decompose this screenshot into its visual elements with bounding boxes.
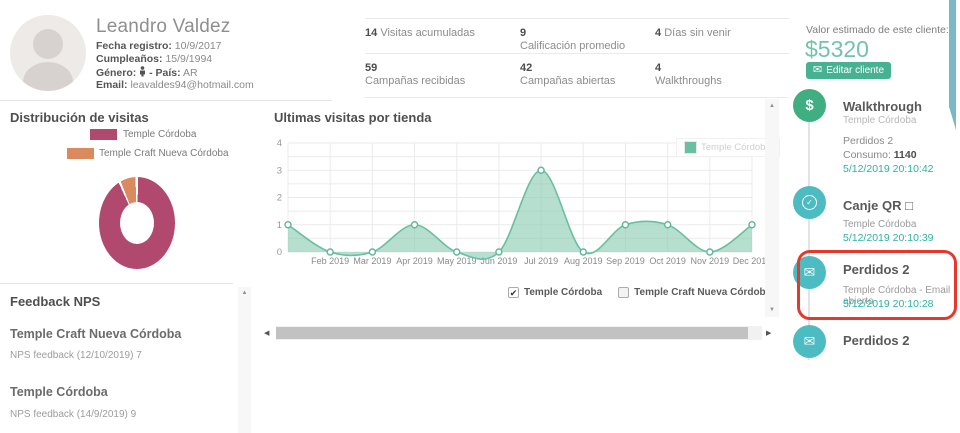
scroll-left-icon[interactable]: ◀ — [264, 329, 269, 337]
nps-detail-1: NPS feedback (12/10/2019) 7 — [10, 350, 142, 361]
email-line: Email: leavaldes94@hotmail.com — [96, 79, 254, 91]
birthday-label: Cumpleaños: — [96, 53, 163, 65]
nps-scrollbar[interactable]: ▲ — [238, 287, 251, 433]
donut-hole — [120, 202, 154, 244]
edit-client-button[interactable]: ✉ Editar cliente — [806, 62, 892, 79]
timeline-item-consumo: Consumo: 1140 — [843, 149, 917, 161]
checkbox-temple-craft[interactable]: Temple Craft Nueva Córdoba — [618, 287, 771, 298]
estimated-value-label: Valor estimado de este cliente: — [806, 24, 949, 36]
stat-walkthroughs: 4 Walkthroughs — [655, 62, 722, 87]
stat-dias-sin-venir: 4 Días sin venir — [655, 27, 731, 39]
check-badge-icon: ✓ — [793, 186, 826, 219]
customer-name: Leandro Valdez — [96, 16, 231, 37]
scroll-down-icon[interactable]: ▼ — [765, 307, 779, 313]
dollar-badge-icon: $ — [793, 89, 826, 122]
nps-title: Feedback NPS — [10, 294, 101, 309]
email-value: leavaldes94@hotmail.com — [130, 79, 254, 91]
svg-text:Feb 2019: Feb 2019 — [311, 256, 349, 266]
legend-swatch-temple-craft[interactable] — [67, 148, 94, 159]
svg-text:Apr 2019: Apr 2019 — [396, 256, 433, 266]
stats-grid: 14 Visitas acumuladas 9 Calificación prom… — [365, 18, 789, 98]
svg-text:Sep 2019: Sep 2019 — [606, 256, 645, 266]
left-panel-divider — [0, 283, 233, 284]
profile-divider — [0, 100, 332, 101]
timeline-item-title: Canje QR □ — [843, 198, 913, 213]
timeline-item-date: 5/12/2019 20:10:42 — [843, 163, 934, 175]
svg-text:1: 1 — [277, 220, 282, 231]
middle-vertical-scrollbar[interactable]: ▲ ▼ — [765, 99, 779, 317]
stat-calificacion-promedio: 9 Calificación promedio — [520, 27, 626, 52]
timeline-item-subtitle: Temple Córdoba — [843, 219, 917, 230]
svg-text:3: 3 — [277, 165, 282, 176]
svg-text:4: 4 — [277, 138, 282, 149]
svg-text:Mar 2019: Mar 2019 — [353, 256, 391, 266]
horizontal-scrollbar[interactable] — [276, 326, 762, 340]
stat-campanas-recibidas: 59 Campañas recibidas — [365, 62, 466, 87]
stat-campanas-abiertas: 42 Campañas abiertas — [520, 62, 616, 87]
email-badge-icon: ✉ — [793, 256, 826, 289]
email-label: Email: — [96, 79, 128, 91]
store-filter-checkboxes: ✔ Temple Córdoba Temple Craft Nueva Córd… — [508, 287, 771, 298]
timeline-item-title: Walkthrough — [843, 99, 922, 114]
legend-swatch-temple-cordoba[interactable] — [90, 129, 117, 140]
customer-dashboard: Leandro Valdez Fecha registro: 10/9/2017… — [0, 0, 960, 433]
svg-text:Jul 2019: Jul 2019 — [524, 256, 558, 266]
gender-label: Género: — [96, 67, 137, 79]
avatar-body — [23, 62, 73, 91]
chart-legend-swatch — [685, 142, 696, 153]
scroll-up-icon[interactable]: ▲ — [765, 103, 779, 109]
chart-legend-label: Temple Córdoba — [701, 142, 771, 153]
stat-visitas-acumuladas: 14 Visitas acumuladas — [365, 27, 475, 39]
registration-date-line: Fecha registro: 10/9/2017 — [96, 40, 222, 52]
timeline-item-subtitle: Temple Córdoba — [843, 115, 917, 126]
nps-store-2: Temple Córdoba — [10, 385, 108, 399]
svg-text:Dec 2019: Dec 2019 — [733, 256, 765, 266]
birthday-value: 15/9/1994 — [165, 53, 213, 65]
birthday-line: Cumpleaños: 15/9/1994 — [96, 53, 212, 65]
email-badge-icon: ✉ — [793, 325, 826, 358]
horizontal-scrollbar-thumb[interactable] — [276, 327, 748, 339]
registration-date-label: Fecha registro: — [96, 40, 172, 52]
legend-label-temple-cordoba[interactable]: Temple Córdoba — [123, 129, 196, 140]
envelope-icon: ✉ — [813, 64, 823, 76]
timeline-item-line: Perdidos 2 — [843, 135, 894, 147]
scroll-up-icon[interactable]: ▲ — [238, 290, 251, 296]
gender-country-line: Género: - País: AR — [96, 66, 198, 79]
estimated-value-amount: $5320 — [805, 36, 869, 62]
svg-text:Nov 2019: Nov 2019 — [691, 256, 730, 266]
timeline-item-title: Perdidos 2 — [843, 333, 910, 348]
scroll-right-icon[interactable]: ▶ — [766, 329, 771, 337]
svg-text:Aug 2019: Aug 2019 — [564, 256, 603, 266]
timeline-item-date: 5/12/2019 20:10:39 — [843, 232, 934, 244]
checkbox-temple-cordoba[interactable]: ✔ Temple Córdoba — [508, 287, 602, 298]
timeline-connector — [808, 92, 810, 360]
visits-donut-chart — [99, 177, 175, 269]
country-label: - País: — [149, 67, 181, 79]
nps-store-1: Temple Craft Nueva Córdoba — [10, 327, 182, 341]
distribution-title: Distribución de visitas — [10, 110, 149, 125]
svg-text:2: 2 — [277, 193, 282, 204]
svg-text:0: 0 — [277, 247, 282, 258]
nps-detail-2: NPS feedback (14/9/2019) 9 — [10, 409, 137, 420]
timeline-item-title: Perdidos 2 — [843, 262, 910, 277]
registration-date-value: 10/9/2017 — [174, 40, 222, 52]
male-icon — [140, 66, 146, 77]
avatar-head — [33, 29, 63, 59]
page-edge-accent — [949, 0, 956, 130]
country-value: AR — [182, 67, 198, 79]
timeline-item-date: 5/12/2019 20:10:28 — [843, 298, 934, 310]
legend-label-temple-craft[interactable]: Temple Craft Nueva Córdoba — [99, 148, 229, 159]
visits-chart-title: Ultimas visitas por tienda — [274, 110, 432, 125]
svg-text:Oct 2019: Oct 2019 — [649, 256, 686, 266]
avatar — [10, 15, 86, 91]
checkbox-icon[interactable] — [618, 287, 630, 298]
checkbox-icon[interactable]: ✔ — [508, 287, 519, 298]
